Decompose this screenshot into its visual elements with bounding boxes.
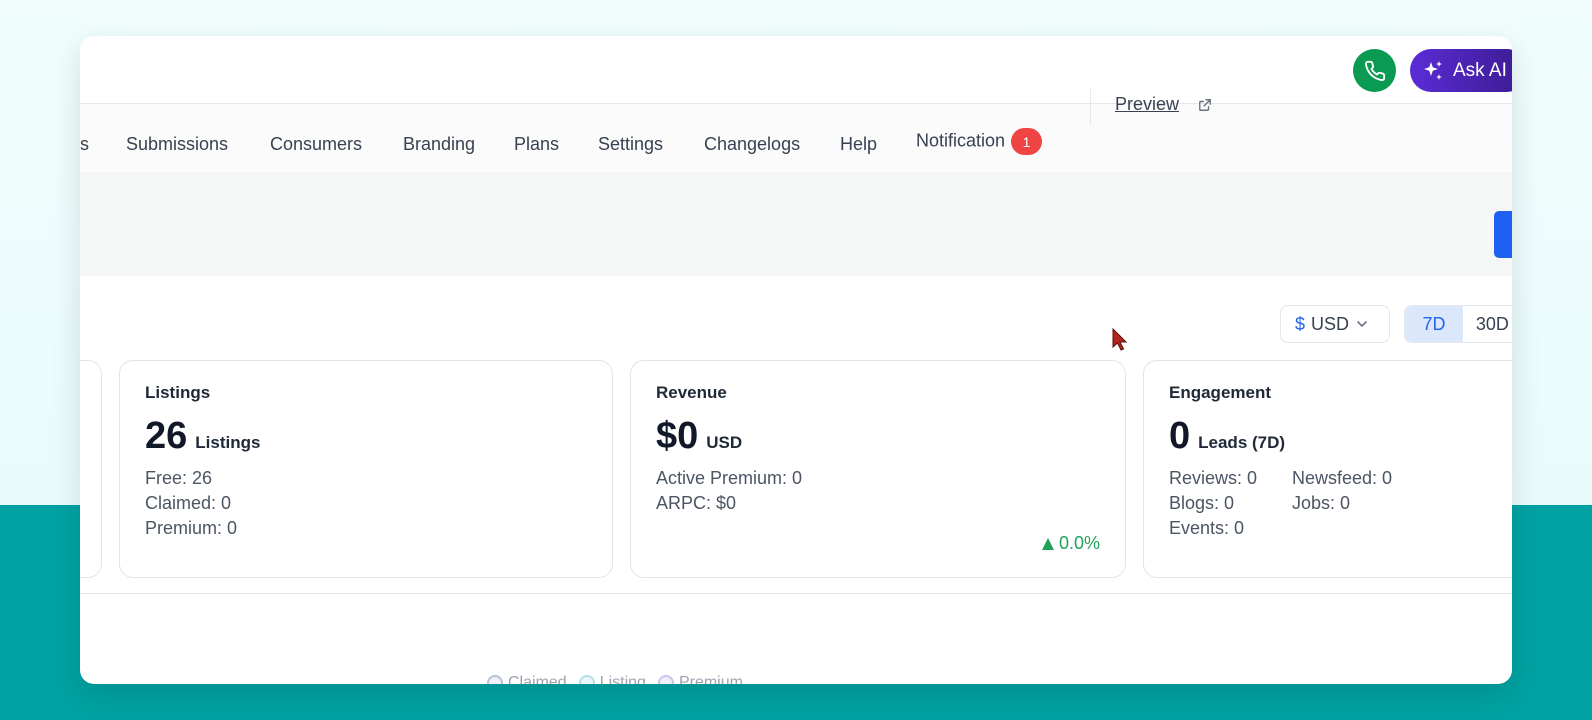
- call-button[interactable]: [1353, 49, 1396, 92]
- engagement-stat-reviews: Reviews: 0: [1169, 468, 1258, 488]
- engagement-stat-events: Events: 0: [1169, 518, 1245, 538]
- engagement-card: Engagement 0 Leads (7D) Reviews: 0 Blogs…: [1143, 360, 1512, 578]
- preview-link[interactable]: Preview: [1115, 94, 1179, 115]
- legend-item-claimed[interactable]: Claimed: [487, 674, 567, 684]
- date-range-toggle: 7D 30D: [1404, 305, 1512, 343]
- trend-up-icon: [1041, 537, 1054, 550]
- engagement-card-title: Engagement: [1169, 383, 1272, 402]
- legend-label: Premium: [678, 674, 743, 684]
- revenue-card-value: $0 USD: [656, 415, 742, 458]
- legend-dot: [578, 675, 595, 684]
- legend-item-premium[interactable]: Premium: [657, 674, 743, 684]
- external-link-icon[interactable]: [1198, 98, 1212, 112]
- currency-select[interactable]: $ USD: [1280, 305, 1390, 343]
- chevron-down-icon: [1357, 321, 1367, 328]
- ask-ai-button[interactable]: Ask AI: [1410, 49, 1512, 92]
- revenue-trend-value: 0.0%: [1058, 533, 1100, 553]
- currency-value: USD: [1311, 313, 1350, 334]
- revenue-card-title: Revenue: [656, 383, 727, 402]
- nav-item-notification[interactable]: Notification 1: [916, 128, 1043, 155]
- engagement-stat-jobs: Jobs: 0: [1292, 493, 1351, 513]
- range-7d-button[interactable]: 7D: [1405, 306, 1463, 342]
- nav-item-settings[interactable]: Settings: [598, 134, 663, 155]
- primary-action-button[interactable]: [1494, 211, 1512, 258]
- engagement-leads: 0: [1169, 415, 1191, 457]
- app-window: Ask AI s Submissions Consumers Branding …: [80, 36, 1512, 684]
- nav-item-help[interactable]: Help: [840, 134, 877, 155]
- nav-item-truncated[interactable]: s: [80, 134, 89, 155]
- legend-label: Claimed: [508, 674, 567, 684]
- listings-card: Listings 26 Listings Free: 26 Claimed: 0…: [119, 360, 613, 578]
- ask-ai-label: Ask AI: [1453, 59, 1507, 81]
- engagement-stat-blogs: Blogs: 0: [1169, 493, 1235, 513]
- nav-item-changelogs[interactable]: Changelogs: [704, 134, 800, 155]
- nav-item-branding[interactable]: Branding: [403, 134, 475, 155]
- nav-divider: [1090, 89, 1091, 125]
- engagement-stat-newsfeed: Newsfeed: 0: [1292, 468, 1393, 488]
- nav-item-consumers[interactable]: Consumers: [270, 134, 362, 155]
- engagement-card-value: 0 Leads (7D): [1169, 415, 1285, 458]
- range-30d-button[interactable]: 30D: [1462, 306, 1512, 342]
- top-bar: Ask AI: [80, 36, 1512, 104]
- listings-unit: Listings: [195, 433, 261, 452]
- legend-item-listing[interactable]: Listing: [578, 674, 646, 684]
- notification-badge: 1: [1011, 128, 1043, 155]
- revenue-amount: $0: [656, 415, 699, 457]
- legend-label: Listing: [599, 674, 646, 684]
- section-divider: [80, 593, 1512, 594]
- chart-legend: Claimed Listing Premium: [487, 674, 743, 684]
- listings-stat-claimed: Claimed: 0: [145, 493, 232, 513]
- sparkle-icon: [1424, 60, 1442, 80]
- revenue-unit: USD: [706, 433, 743, 452]
- revenue-card: Revenue $0 USD Active Premium: 0 ARPC: $…: [630, 360, 1126, 578]
- revenue-stat-active-premium: Active Premium: 0: [656, 468, 803, 488]
- nav-item-plans[interactable]: Plans: [514, 134, 559, 155]
- listings-stat-free: Free: 26: [145, 468, 213, 488]
- listings-stat-premium: Premium: 0: [145, 518, 238, 538]
- engagement-unit: Leads (7D): [1198, 433, 1286, 452]
- currency-symbol: $: [1295, 313, 1306, 334]
- listings-card-value: 26 Listings: [145, 415, 260, 458]
- mouse-cursor-icon: [1112, 328, 1128, 351]
- legend-dot: [487, 675, 503, 684]
- legend-dot: [657, 675, 674, 684]
- toolbar-strip: [80, 172, 1512, 276]
- listings-count: 26: [145, 415, 188, 457]
- revenue-stat-arpc: ARPC: $0: [656, 493, 737, 513]
- listings-card-title: Listings: [145, 383, 211, 402]
- phone-icon: [1364, 60, 1385, 81]
- revenue-trend: 0.0%: [1041, 533, 1100, 554]
- nav-item-submissions[interactable]: Submissions: [126, 134, 228, 155]
- notification-label: Notification: [916, 130, 1006, 151]
- card-partial: [80, 360, 102, 578]
